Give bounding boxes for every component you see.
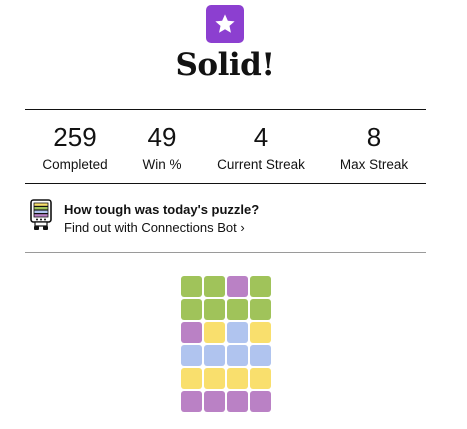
guess-tile-purple <box>227 391 248 412</box>
stat-label: Max Streak <box>339 157 409 172</box>
guess-tile-yellow <box>227 368 248 389</box>
guess-tile-green <box>181 276 202 297</box>
stat-value: 259 <box>53 122 97 152</box>
stat-label: Completed <box>42 157 108 172</box>
guess-history-grid <box>181 276 271 412</box>
guess-tile-purple <box>204 391 225 412</box>
guess-tile-purple <box>250 391 271 412</box>
guess-tile-green <box>204 299 225 320</box>
promo-title: How tough was today's puzzle? <box>64 202 260 217</box>
guess-tile-green <box>250 299 271 320</box>
connections-bot-icon <box>30 199 52 230</box>
divider-top <box>25 109 426 110</box>
guess-tile-yellow <box>250 368 271 389</box>
guess-tile-purple <box>227 276 248 297</box>
guess-tile-green <box>227 299 248 320</box>
guess-tile-yellow <box>204 322 225 343</box>
result-headline: Solid! <box>175 47 275 83</box>
guess-tile-blue <box>227 322 248 343</box>
stat-max-streak: 8 Max Streak <box>324 122 424 175</box>
stat-value: 4 <box>253 122 269 152</box>
guess-tile-blue <box>227 345 248 366</box>
guess-tile-yellow <box>250 322 271 343</box>
stat-win-percent: 49 Win % <box>112 122 212 175</box>
guess-tile-purple <box>181 391 202 412</box>
guess-tile-blue <box>250 345 271 366</box>
divider-middle <box>25 183 426 184</box>
stat-value: 49 <box>147 122 177 152</box>
guess-tile-yellow <box>204 368 225 389</box>
stat-value: 8 <box>366 122 382 152</box>
result-badge <box>206 5 244 43</box>
star-icon <box>215 14 235 33</box>
guess-tile-purple <box>181 322 202 343</box>
stat-current-streak: 4 Current Streak <box>211 122 311 175</box>
stat-label: Current Streak <box>217 157 305 172</box>
promo-text: How tough was today's puzzle? Find out w… <box>64 199 259 236</box>
guess-tile-green <box>181 299 202 320</box>
guess-tile-yellow <box>181 368 202 389</box>
guess-tile-green <box>204 276 225 297</box>
guess-tile-green <box>250 276 271 297</box>
connections-bot-link[interactable]: How tough was today's puzzle? Find out w… <box>30 199 259 236</box>
stat-label: Win % <box>142 157 182 172</box>
stat-completed: 259 Completed <box>25 122 125 175</box>
promo-link-text[interactable]: Find out with Connections Bot › <box>64 220 259 236</box>
divider-bottom <box>25 252 426 253</box>
guess-tile-blue <box>204 345 225 366</box>
guess-tile-blue <box>181 345 202 366</box>
